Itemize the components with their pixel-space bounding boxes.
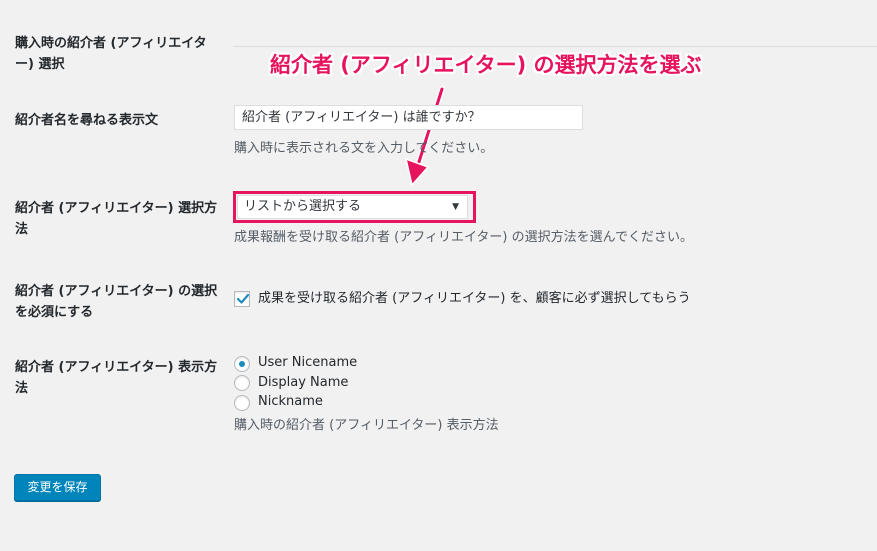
- annotation-callout: 紹介者 (アフィリエイター) の選択方法を選ぶ: [270, 53, 702, 77]
- divider: [233, 46, 877, 47]
- select-method-dropdown[interactable]: リストから選択する ▼: [237, 195, 468, 219]
- select-method-description: 成果報酬を受け取る紹介者 (アフィリエイター) の選択方法を選んでください。: [234, 230, 693, 245]
- select-method-value: リストから選択する: [244, 199, 362, 214]
- prompt-text-label: 紹介者名を尋ねる表示文: [15, 113, 159, 128]
- required-checkbox-label: 成果を受け取る紹介者 (アフィリエイター) を、顧客に必ず選択してもらう: [258, 291, 691, 306]
- settings-page: 購入時の紹介者 (アフィリエイター) 選択 紹介者 (アフィリエイター) の選択…: [0, 0, 877, 551]
- prompt-text-input[interactable]: 紹介者 (アフィリエイター) は誰ですか？: [234, 105, 583, 130]
- annotation-arrow-icon: [404, 86, 445, 187]
- required-checkbox[interactable]: [234, 291, 250, 307]
- save-changes-button[interactable]: 変更を保存: [14, 474, 101, 501]
- checkmark-icon: [236, 293, 250, 304]
- required-label: 紹介者 (アフィリエイター) の選択を必須にする: [15, 284, 218, 320]
- purchase-select-label: 購入時の紹介者 (アフィリエイター) 選択: [15, 36, 207, 72]
- dropdown-arrow-icon: ▼: [452, 202, 459, 212]
- radio-display-name[interactable]: [234, 375, 250, 391]
- radio-user-nicename[interactable]: [234, 356, 250, 372]
- radio-nickname[interactable]: [234, 395, 250, 411]
- display-method-label: 紹介者 (アフィリエイター) 表示方法: [15, 360, 218, 396]
- radio-display-name-label: Display Name: [258, 375, 349, 390]
- display-method-description: 購入時の紹介者 (アフィリエイター) 表示方法: [234, 418, 499, 433]
- radio-user-nicename-label: User Nicename: [258, 355, 358, 370]
- radio-nickname-label: Nickname: [258, 394, 323, 409]
- select-method-label: 紹介者 (アフィリエイター) 選択方法: [15, 201, 218, 237]
- prompt-text-description: 購入時に表示される文を入力してください。: [234, 141, 494, 156]
